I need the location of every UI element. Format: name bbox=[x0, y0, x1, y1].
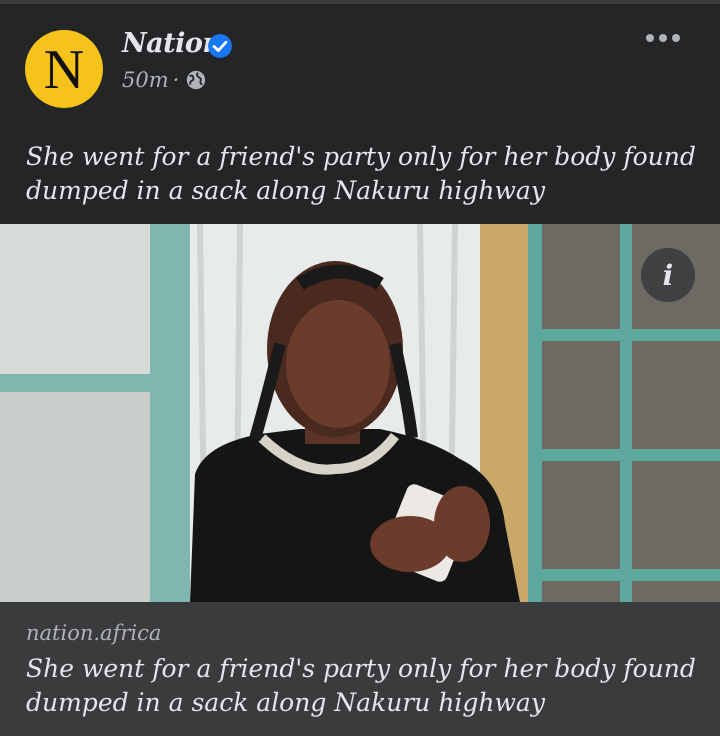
post-time[interactable]: 50m bbox=[122, 68, 169, 92]
avatar[interactable]: N bbox=[25, 30, 103, 108]
post-photo[interactable] bbox=[0, 224, 720, 602]
verified-badge-icon bbox=[208, 34, 232, 58]
post-meta: 50m · bbox=[122, 68, 207, 92]
globe-icon bbox=[187, 70, 206, 90]
dot-icon bbox=[659, 34, 667, 42]
more-options-button[interactable] bbox=[646, 34, 680, 42]
link-domain: nation.africa bbox=[26, 621, 162, 645]
info-button[interactable]: i bbox=[641, 248, 695, 302]
post-caption: She went for a friend's party only for h… bbox=[26, 142, 696, 205]
link-preview[interactable]: nation.africa She went for a friend's pa… bbox=[0, 602, 720, 736]
link-title: She went for a friend's party only for h… bbox=[26, 654, 696, 717]
meta-separator: · bbox=[172, 68, 180, 92]
info-icon: i bbox=[662, 258, 674, 292]
photo-illustration bbox=[0, 224, 720, 602]
avatar-letter: N bbox=[43, 39, 85, 101]
dot-icon bbox=[646, 34, 654, 42]
post-header: N Nation 50m · bbox=[0, 4, 720, 124]
dot-icon bbox=[672, 34, 680, 42]
